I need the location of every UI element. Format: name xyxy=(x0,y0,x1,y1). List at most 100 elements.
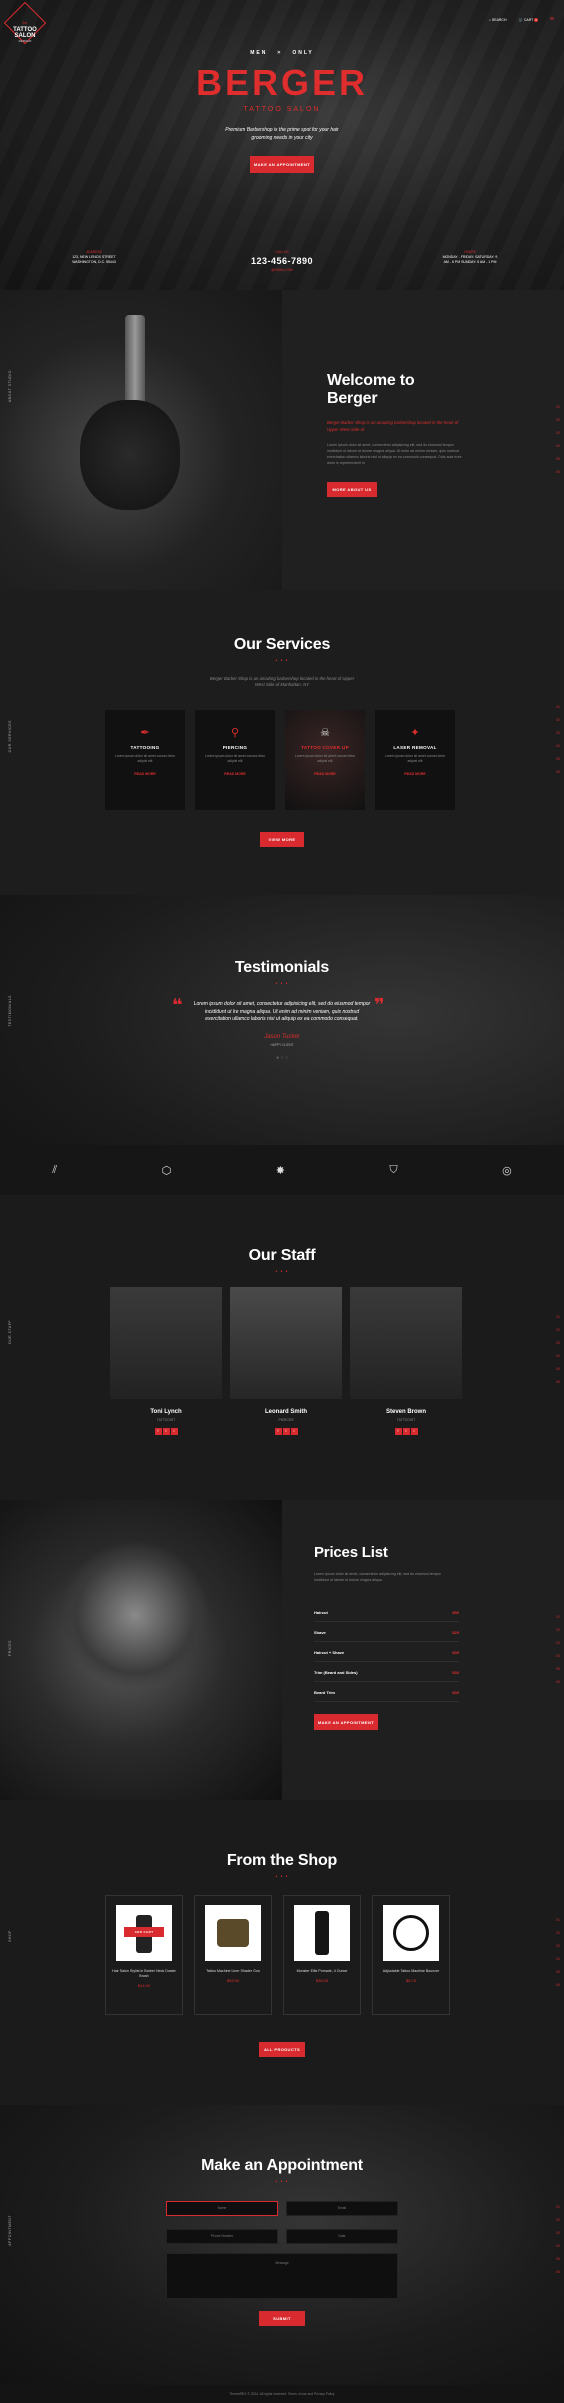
pager-item[interactable]: 05 xyxy=(556,2257,560,2261)
service-card[interactable]: ✒ TATTOOING Lorem ipsum dolor sit amet c… xyxy=(105,710,185,810)
pager-item[interactable]: 02 xyxy=(556,718,560,722)
product-name[interactable]: Hair Salon Stylist in Barber Neck Duster… xyxy=(112,1969,176,1979)
brand-circle-icon[interactable]: ◎ xyxy=(502,1164,512,1177)
brand-stripes-icon[interactable]: ⫽ xyxy=(52,1164,57,1177)
divider-dots: • • • xyxy=(275,658,289,664)
all-products-button[interactable]: ALL PRODUCTS xyxy=(259,2042,305,2057)
submit-button[interactable]: SUBMIT xyxy=(259,2311,305,2326)
pager-item[interactable]: 04 xyxy=(556,2244,560,2248)
pager-item[interactable]: 01 xyxy=(556,705,560,709)
staff-card[interactable]: Leonard Smith PIERCER fti xyxy=(230,1287,342,1435)
pager-item[interactable]: 05 xyxy=(556,1667,560,1671)
welcome-section: ABOUT STUDIO Welcome to Berger Berger Ba… xyxy=(0,290,564,590)
section-pager: 01 02 03 04 05 06 xyxy=(556,1615,560,1684)
date-field[interactable]: Date xyxy=(286,2229,398,2244)
twitter-icon[interactable]: t xyxy=(162,1428,170,1435)
pager-item[interactable]: 02 xyxy=(556,1931,560,1935)
read-more-link[interactable]: READ MORE xyxy=(375,772,455,776)
pager-item[interactable]: 04 xyxy=(556,444,560,448)
pager-item[interactable]: 03 xyxy=(556,731,560,735)
brand-shield-icon[interactable]: ⛉ xyxy=(389,1164,397,1177)
message-field[interactable]: Message xyxy=(166,2253,398,2299)
pager-item[interactable]: 05 xyxy=(556,457,560,461)
facebook-icon[interactable]: f xyxy=(154,1428,162,1435)
more-about-us-button[interactable]: MORE ABOUT US xyxy=(327,482,377,498)
read-more-link[interactable]: READ MORE xyxy=(285,772,365,776)
brand-badge-icon[interactable]: ⬡ xyxy=(162,1164,172,1177)
product-card[interactable]: Adjustable Tattoo Machine Bouncer $8.75 xyxy=(372,1895,450,2015)
service-card[interactable]: ☠ TATTOO COVER UP Lorem ipsum dolor sit … xyxy=(285,710,365,810)
pager-item[interactable]: 06 xyxy=(556,1983,560,1987)
pager-item[interactable]: 01 xyxy=(556,1918,560,1922)
pager-item[interactable]: 02 xyxy=(556,1328,560,1332)
pager-item[interactable]: 04 xyxy=(556,1957,560,1961)
pager-item[interactable]: 01 xyxy=(556,1615,560,1619)
view-more-button[interactable]: VIEW MORE xyxy=(260,832,304,847)
pager-item[interactable]: 06 xyxy=(556,470,560,474)
hamburger-icon[interactable]: ≡ xyxy=(550,16,554,23)
read-more-link[interactable]: READ MORE xyxy=(105,772,185,776)
instagram-icon[interactable]: i xyxy=(170,1428,178,1435)
phone-field[interactable]: Phone Number xyxy=(166,2229,278,2244)
pager-item[interactable]: 03 xyxy=(556,1641,560,1645)
product-name[interactable]: Tattoo Machine Liner Shader Gun xyxy=(201,1969,265,1974)
name-field[interactable]: Name xyxy=(166,2201,278,2216)
pager-item[interactable]: 05 xyxy=(556,1970,560,1974)
pager-item[interactable]: 02 xyxy=(556,1628,560,1632)
divider-dots: • • • xyxy=(275,1269,289,1275)
facebook-icon[interactable]: f xyxy=(274,1428,282,1435)
read-more-link[interactable]: READ MORE xyxy=(195,772,275,776)
product-card[interactable]: Monster Ellie Pomade, 4 Ounce $38.00 xyxy=(283,1895,361,2015)
facebook-icon[interactable]: f xyxy=(394,1428,402,1435)
pager-item[interactable]: 03 xyxy=(556,1341,560,1345)
pager-item[interactable]: 06 xyxy=(556,770,560,774)
pager-item[interactable]: 01 xyxy=(556,2205,560,2209)
product-image: ADD CART xyxy=(116,1905,172,1961)
tattoo-machine-icon: ✒ xyxy=(140,727,150,739)
brand-splash-icon[interactable]: ✸ xyxy=(276,1164,285,1177)
phone-number[interactable]: 123-456-7890 xyxy=(237,255,327,269)
product-name[interactable]: Adjustable Tattoo Machine Bouncer xyxy=(379,1969,443,1974)
prices-appointment-button[interactable]: MAKE AN APPOINTMENT xyxy=(314,1714,378,1730)
service-name: TATTOOING xyxy=(130,745,160,750)
instagram-icon[interactable]: i xyxy=(410,1428,418,1435)
search-link[interactable]: ⌕ SEARCH xyxy=(489,18,507,22)
testimonial-author: Jason Tucker xyxy=(264,1033,300,1040)
pager-item[interactable]: 02 xyxy=(556,418,560,422)
pager-item[interactable]: 06 xyxy=(556,1680,560,1684)
pager-item[interactable]: 01 xyxy=(556,405,560,409)
pager-item[interactable]: 04 xyxy=(556,1354,560,1358)
service-card[interactable]: ✦ LASER REMOVAL Lorem ipsum dolor sit am… xyxy=(375,710,455,810)
pager-item[interactable]: 04 xyxy=(556,744,560,748)
logo[interactable]: ✂ TATTOO SALON BERGER xyxy=(4,20,46,43)
price-name: Trim (Beard and Sides) xyxy=(314,1670,358,1675)
pager-item[interactable]: 03 xyxy=(556,431,560,435)
pager-item[interactable]: 05 xyxy=(556,757,560,761)
pager-item[interactable]: 03 xyxy=(556,1944,560,1948)
cart-link[interactable]: 🛒 CART 0 xyxy=(519,17,538,22)
pager-item[interactable]: 02 xyxy=(556,2218,560,2222)
pager-item[interactable]: 05 xyxy=(556,1367,560,1371)
email-field[interactable]: Email xyxy=(286,2201,398,2216)
product-card[interactable]: Tattoo Machine Liner Shader Gun $53.00 xyxy=(194,1895,272,2015)
twitter-icon[interactable]: t xyxy=(402,1428,410,1435)
hero-appointment-button[interactable]: MAKE AN APPOINTMENT xyxy=(250,156,314,173)
pager-item[interactable]: 01 xyxy=(556,1315,560,1319)
pager-item[interactable]: 04 xyxy=(556,1654,560,1658)
twitter-icon[interactable]: t xyxy=(282,1428,290,1435)
piercing-icon: ⚲ xyxy=(230,727,240,739)
pager-item[interactable]: 06 xyxy=(556,2270,560,2274)
product-name[interactable]: Monster Ellie Pomade, 4 Ounce xyxy=(290,1969,354,1974)
price-row: Haircut + Shave $35 xyxy=(314,1650,459,1662)
email-link[interactable]: @GMAIL.COM xyxy=(237,268,327,273)
slider-dots[interactable]: ● ○ ○ xyxy=(0,1055,564,1061)
staff-card[interactable]: Steven Brown TATTOOIST fti xyxy=(350,1287,462,1435)
staff-card[interactable]: Toni Lynch TATTOOIST fti xyxy=(110,1287,222,1435)
pager-item[interactable]: 03 xyxy=(556,2231,560,2235)
add-to-cart-button[interactable]: ADD CART xyxy=(124,1927,164,1937)
instagram-icon[interactable]: i xyxy=(290,1428,298,1435)
pager-item[interactable]: 06 xyxy=(556,1380,560,1384)
product-card[interactable]: ADD CART Hair Salon Stylist in Barber Ne… xyxy=(105,1895,183,2015)
service-desc: Lorem ipsum dolor sit amet consec tetur … xyxy=(384,754,446,764)
service-card[interactable]: ⚲ PIERCING Lorem ipsum dolor sit amet co… xyxy=(195,710,275,810)
